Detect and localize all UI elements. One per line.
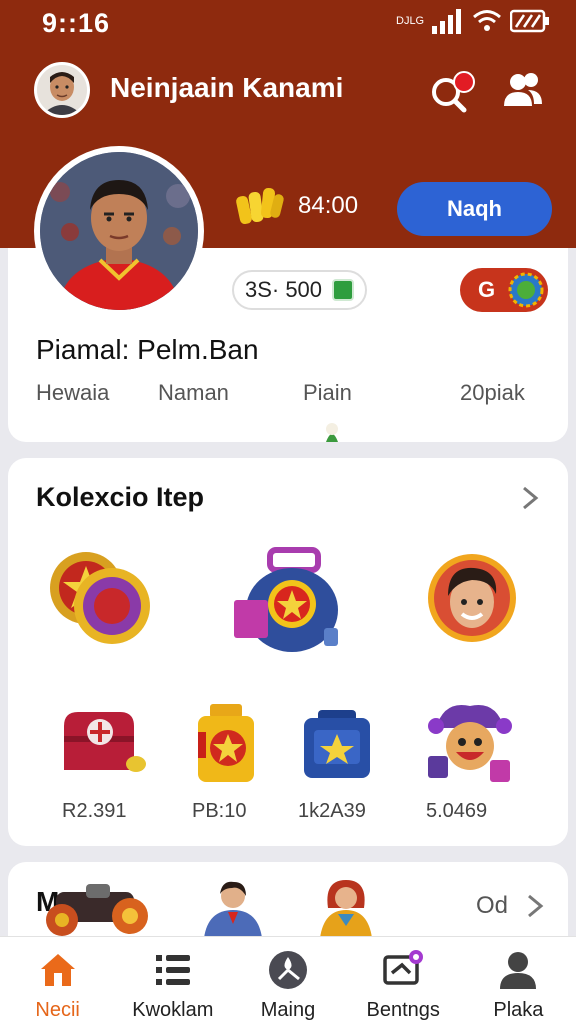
level-pill-label: G (478, 277, 496, 302)
coins-icon (236, 187, 284, 225)
chevron-right-icon[interactable] (518, 484, 542, 512)
users-icon (504, 73, 542, 106)
username: Neinjaain Kanami (110, 72, 344, 103)
status-icons: DJLG (396, 8, 550, 34)
mascot-icon (326, 423, 338, 442)
profile-photo[interactable] (34, 146, 204, 316)
character-woman-item[interactable] (314, 876, 378, 938)
status-bar: 9::16 DJLG (0, 0, 576, 48)
contacts-button[interactable] (500, 68, 546, 114)
nav-item-explore[interactable]: Maing (230, 937, 345, 1024)
cast-icon (383, 950, 424, 985)
lunchbox-item[interactable] (300, 708, 374, 782)
primary-action-button[interactable]: Naqh (397, 182, 552, 236)
player-portrait-icon (40, 152, 198, 310)
profile-title: Piamal: Pelm.Ban (36, 334, 259, 365)
featured-more: Od (476, 892, 509, 919)
home-icon (40, 954, 75, 986)
compass-icon (269, 951, 307, 989)
character-girl-item[interactable] (198, 876, 268, 938)
profile-icon (500, 952, 537, 989)
jar-item[interactable] (194, 700, 258, 786)
wifi-icon (473, 10, 501, 31)
cannon-item[interactable] (36, 880, 156, 938)
search-icon (432, 71, 475, 113)
top-bar: Neinjaain Kanami (0, 58, 576, 122)
treasure-bag-item[interactable] (230, 546, 342, 658)
user-avatar[interactable] (34, 62, 90, 118)
collection-title: Kolexcio Itep (36, 482, 205, 512)
stat-label-4: 20piak (460, 380, 525, 405)
nav-label-list: Kwoklam (132, 999, 214, 1021)
avatar-face-icon (37, 65, 87, 115)
item-price-4: 5.0469 (426, 800, 488, 822)
nav-label-explore: Maing (260, 999, 316, 1021)
medal-badge-item[interactable] (46, 546, 156, 652)
nav-item-list[interactable]: Kwoklam (115, 937, 230, 1024)
stat-label-3: Piain (303, 380, 352, 405)
level-pill[interactable]: G (460, 268, 548, 312)
collection-card: Kolexcio Itep R2.391 PB:10 1k2A39 5.0469 (8, 458, 568, 846)
stat-pill[interactable]: 3S· 500 (232, 270, 367, 310)
bottom-navigation: Necii Kwoklam Maing Bentngs Plaka (0, 936, 576, 1024)
stat-pill-icon (332, 279, 355, 301)
search-button[interactable] (426, 66, 476, 116)
nav-label-profile: Plaka (493, 999, 544, 1021)
nav-item-settings[interactable]: Bentngs (346, 937, 461, 1024)
coin-amount: 84:00 (298, 192, 359, 219)
nav-item-profile[interactable]: Plaka (461, 937, 576, 1024)
item-price-2: PB:10 (192, 800, 247, 822)
network-label: DJLG (396, 15, 425, 27)
jester-item[interactable] (424, 698, 514, 788)
signal-icon (432, 9, 461, 34)
stat-label-1: Hewaia (36, 380, 110, 405)
list-icon (155, 955, 190, 985)
globe-icon (508, 272, 544, 308)
battery-icon (510, 9, 549, 33)
coin-balance: 84:00 (234, 184, 358, 228)
character-avatar-item[interactable] (426, 552, 518, 644)
profile-stats: Hewaia Naman Piain 20piak (8, 380, 568, 410)
status-time: 9::16 (42, 8, 111, 38)
chest-item[interactable] (58, 706, 150, 780)
stat-pill-value: 3S· 500 (244, 277, 323, 302)
nav-label-settings: Bentngs (366, 999, 440, 1021)
stat-label-2: Naman (158, 380, 229, 405)
item-price-3: 1k2A39 (298, 800, 366, 822)
item-price-1: R2.391 (62, 800, 127, 822)
nav-label-home: Necii (35, 999, 80, 1021)
chevron-right-icon[interactable] (524, 892, 546, 920)
nav-item-home[interactable]: Necii (0, 937, 115, 1024)
